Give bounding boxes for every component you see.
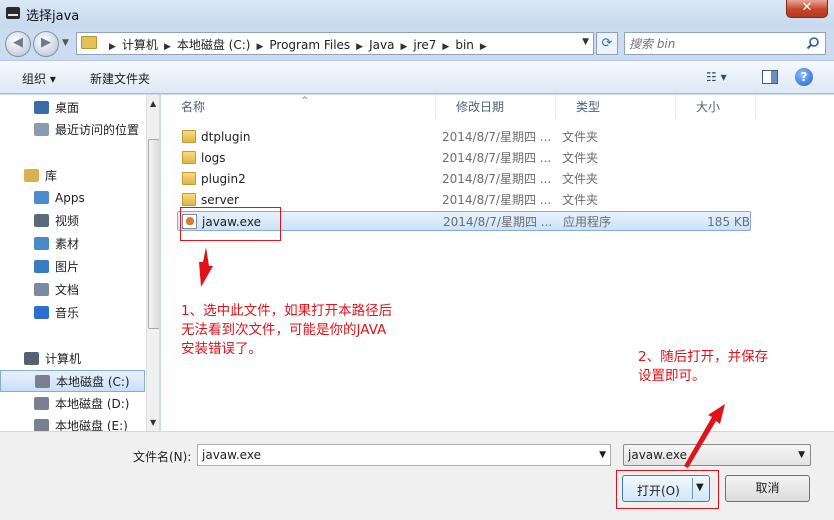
arrow-to-open-icon: [684, 404, 725, 468]
annotation-arrows: [199, 247, 725, 468]
arrow-to-javaw-icon: [199, 247, 213, 287]
